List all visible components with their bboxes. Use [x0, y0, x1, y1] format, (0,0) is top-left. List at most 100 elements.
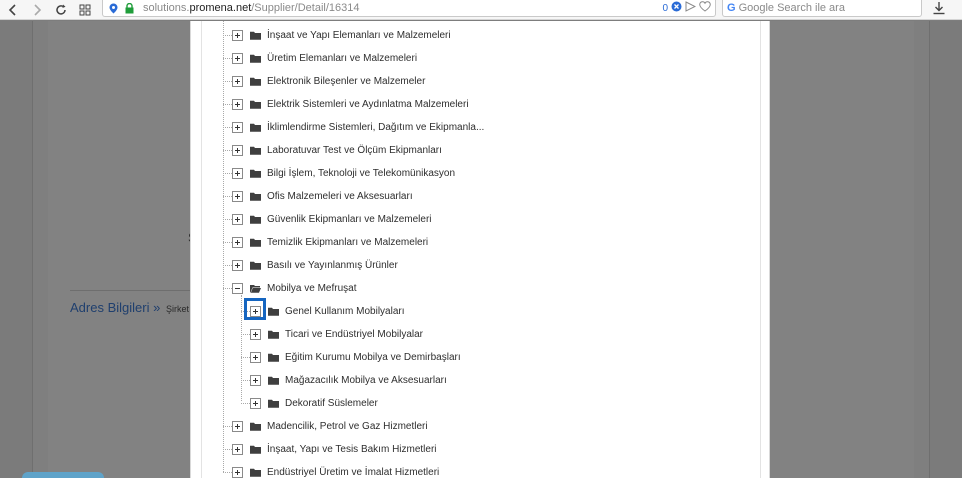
tree-connector-vertical	[223, 21, 224, 472]
tree-connector-horizontal	[223, 242, 232, 243]
search-field[interactable]: G Google Search ile ara	[722, 0, 922, 17]
tree-node-label[interactable]: Eğitim Kurumu Mobilya ve Demirbaşları	[285, 352, 461, 363]
tree-node-label[interactable]: Üretim Elemanları ve Malzemeleri	[267, 53, 417, 64]
expand-toggle-icon[interactable]	[232, 213, 243, 225]
tree-connector-horizontal	[223, 219, 232, 220]
tree-node[interactable]: İnşaat, Yapı ve Tesis Bakım Hizmetleri	[232, 442, 437, 456]
tree-node-label[interactable]: Güvenlik Ekipmanları ve Malzemeleri	[267, 214, 432, 225]
folder-icon	[250, 238, 261, 247]
tree-connector-horizontal	[223, 449, 232, 450]
tree-node-label[interactable]: Dekoratif Süslemeler	[285, 398, 378, 409]
tree-node[interactable]: Temizlik Ekipmanları ve Malzemeleri	[232, 235, 428, 249]
tree-node-label[interactable]: Temizlik Ekipmanları ve Malzemeleri	[267, 237, 428, 248]
folder-icon	[250, 31, 261, 40]
tree-node-label[interactable]: Endüstriyel Üretim ve İmalat Hizmetleri	[267, 467, 439, 478]
tree-child-node[interactable]: Ticari ve Endüstriyel Mobilyalar	[250, 327, 423, 341]
expand-toggle-icon[interactable]	[232, 443, 243, 455]
expand-toggle-icon[interactable]	[232, 236, 243, 248]
tree-connector-horizontal	[223, 288, 232, 289]
category-tree: İnşaat ve Yapı Elemanları ve Malzemeleri…	[0, 0, 580, 478]
tree-node[interactable]: Elektrik Sistemleri ve Aydınlatma Malzem…	[232, 97, 469, 111]
tree-node-label[interactable]: İnşaat, Yapı ve Tesis Bakım Hizmetleri	[267, 444, 437, 455]
expand-toggle-icon[interactable]	[250, 351, 261, 363]
search-placeholder: Google Search ile ara	[738, 2, 845, 14]
folder-icon	[250, 215, 261, 224]
expand-toggle-icon[interactable]	[232, 29, 243, 41]
blocker-count: 0	[662, 2, 668, 14]
tree-node[interactable]: Elektronik Bileşenler ve Malzemeler	[232, 74, 425, 88]
folder-icon	[250, 445, 261, 454]
tree-connector-horizontal	[223, 173, 232, 174]
expand-toggle-icon[interactable]	[232, 121, 243, 133]
folder-icon	[250, 54, 261, 63]
expand-toggle-icon[interactable]	[232, 144, 243, 156]
tree-child-node[interactable]: Mağazacılık Mobilya ve Aksesuarları	[250, 373, 447, 387]
expand-toggle-icon[interactable]	[232, 98, 243, 110]
expand-toggle-icon[interactable]	[232, 466, 243, 478]
blocker-icon[interactable]	[671, 1, 682, 15]
tree-node[interactable]: Endüstriyel Üretim ve İmalat Hizmetleri	[232, 465, 439, 478]
tree-node-label[interactable]: Genel Kullanım Mobilyaları	[285, 306, 405, 317]
tree-node-label[interactable]: Mobilya ve Mefruşat	[267, 283, 356, 294]
tree-node-label[interactable]: Elektronik Bileşenler ve Malzemeler	[267, 76, 425, 87]
expand-toggle-icon[interactable]	[232, 52, 243, 64]
tree-child-node[interactable]: Dekoratif Süslemeler	[250, 396, 378, 410]
tree-connector-horizontal	[223, 265, 232, 266]
collapse-toggle-icon[interactable]	[232, 282, 243, 294]
tree-node[interactable]: Güvenlik Ekipmanları ve Malzemeleri	[232, 212, 432, 226]
tree-node-label[interactable]: Elektrik Sistemleri ve Aydınlatma Malzem…	[267, 99, 469, 110]
folder-icon	[268, 399, 279, 408]
folder-icon	[268, 376, 279, 385]
expand-toggle-icon[interactable]	[232, 75, 243, 87]
tree-node[interactable]: Laboratuvar Test ve Ölçüm Ekipmanları	[232, 143, 442, 157]
tree-node-label[interactable]: Basılı ve Yayınlanmış Ürünler	[267, 260, 398, 271]
background-pill	[22, 472, 104, 478]
folder-icon	[250, 100, 261, 109]
download-icon[interactable]	[932, 1, 948, 17]
tree-node-label[interactable]: Bilgi İşlem, Teknoloji ve Telekomünikasy…	[267, 168, 455, 179]
tree-node-label[interactable]: İnşaat ve Yapı Elemanları ve Malzemeleri	[267, 30, 451, 41]
tree-child-node[interactable]: Eğitim Kurumu Mobilya ve Demirbaşları	[250, 350, 461, 364]
tree-node-label[interactable]: Ofis Malzemeleri ve Aksesuarları	[267, 191, 413, 202]
folder-icon	[250, 422, 261, 431]
expand-toggle-icon[interactable]	[250, 374, 261, 386]
selected-toggle-highlight	[244, 298, 266, 320]
tree-node[interactable]: Ofis Malzemeleri ve Aksesuarları	[232, 189, 413, 203]
folder-icon	[250, 123, 261, 132]
tree-connector-horizontal-child	[241, 380, 250, 381]
heart-icon[interactable]	[699, 1, 711, 15]
tree-node[interactable]: Madencilik, Petrol ve Gaz Hizmetleri	[232, 419, 428, 433]
tree-connector-horizontal	[223, 196, 232, 197]
tree-node-label[interactable]: Madencilik, Petrol ve Gaz Hizmetleri	[267, 421, 428, 432]
expand-toggle-icon[interactable]	[232, 259, 243, 271]
tree-connector-horizontal	[223, 426, 232, 427]
folder-icon	[268, 307, 279, 316]
tree-node-label[interactable]: İklimlendirme Sistemleri, Dağıtım ve Eki…	[267, 122, 484, 133]
expand-toggle-icon[interactable]	[232, 420, 243, 432]
tree-node[interactable]: İklimlendirme Sistemleri, Dağıtım ve Eki…	[232, 120, 484, 134]
tree-node-label[interactable]: Mağazacılık Mobilya ve Aksesuarları	[285, 375, 447, 386]
folder-icon	[268, 330, 279, 339]
tree-node[interactable]: Basılı ve Yayınlanmış Ürünler	[232, 258, 398, 272]
tree-node-label[interactable]: Ticari ve Endüstriyel Mobilyalar	[285, 329, 423, 340]
expand-toggle-icon[interactable]	[250, 397, 261, 409]
tree-child-node[interactable]: Genel Kullanım Mobilyaları	[250, 304, 405, 318]
tree-connector-horizontal	[223, 104, 232, 105]
folder-open-icon	[250, 284, 261, 293]
tree-node[interactable]: Bilgi İşlem, Teknoloji ve Telekomünikasy…	[232, 166, 455, 180]
google-icon: G	[727, 2, 736, 14]
tree-connector-horizontal	[223, 35, 232, 36]
expand-toggle-icon[interactable]	[232, 190, 243, 202]
tree-node[interactable]: Üretim Elemanları ve Malzemeleri	[232, 51, 417, 65]
expand-toggle-icon[interactable]	[232, 167, 243, 179]
tree-node-expanded[interactable]: Mobilya ve Mefruşat	[232, 281, 356, 295]
tree-connector-horizontal	[223, 58, 232, 59]
folder-icon	[250, 77, 261, 86]
tree-node[interactable]: İnşaat ve Yapı Elemanları ve Malzemeleri	[232, 28, 451, 42]
tree-node-label[interactable]: Laboratuvar Test ve Ölçüm Ekipmanları	[267, 145, 442, 156]
expand-toggle-icon[interactable]	[250, 328, 261, 340]
folder-icon	[250, 146, 261, 155]
send-icon[interactable]	[685, 1, 697, 15]
tree-connector-horizontal	[223, 150, 232, 151]
folder-icon	[250, 169, 261, 178]
